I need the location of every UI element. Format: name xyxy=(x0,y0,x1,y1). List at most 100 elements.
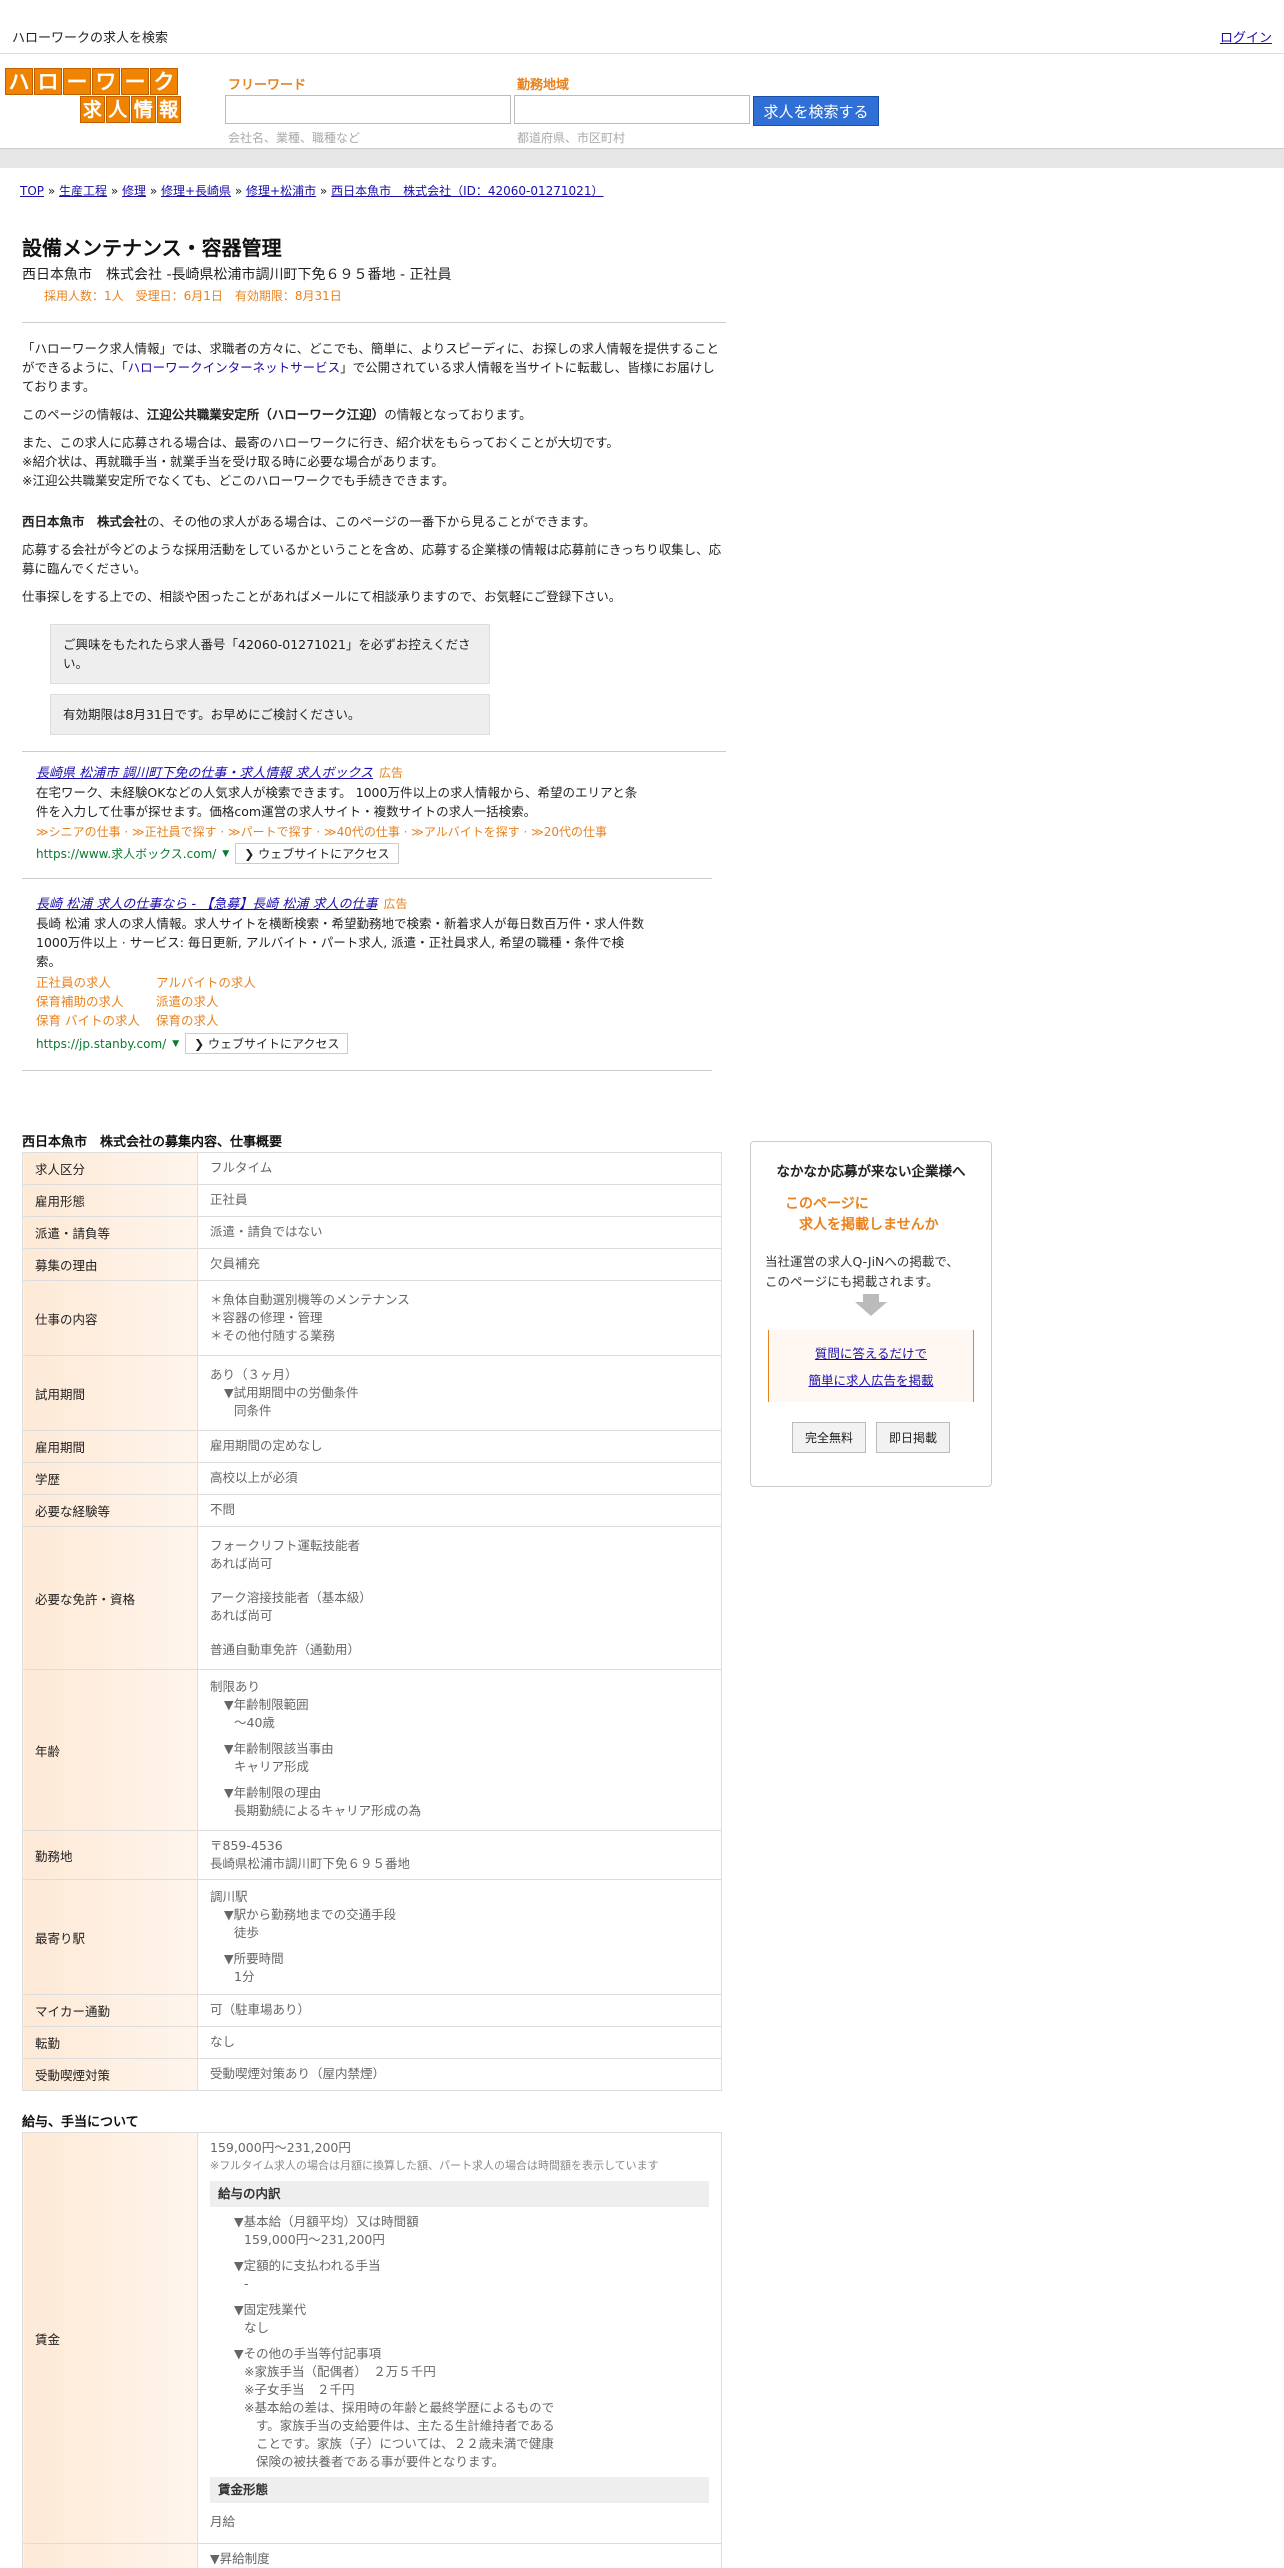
intro-paragraph: このページの情報は、江迎公共職業安定所（ハローワーク江迎）の情報となっております… xyxy=(22,405,726,424)
sidebox-catch-line: このページに xyxy=(785,1196,869,1212)
value-line: ▼固定残業代 xyxy=(234,2302,307,2317)
row-value: 欠員補充 xyxy=(197,1248,722,1281)
value-line: ▼定額的に支払われる手当 xyxy=(234,2258,381,2273)
breadcrumb-company[interactable]: 西日本魚市 株式会社（ID：42060-01271021） xyxy=(331,184,603,198)
job-number-notice: ご興味をもたれたら求人番号「42060-01271021」を必ずお控えください。 xyxy=(50,624,490,684)
ad-url[interactable]: https://www.求人ボックス.com/ xyxy=(36,845,216,862)
ad-sitelinks[interactable]: ≫シニアの仕事 · ≫正社員で探す · ≫パートで探す · ≫40代の仕事 · … xyxy=(36,823,712,840)
office-name: 江迎公共職業安定所（ハローワーク江迎） xyxy=(146,407,385,422)
table-row: 必要な経験等 不問 xyxy=(22,1494,722,1527)
same-day-badge[interactable]: 即日掲載 xyxy=(876,1422,951,1453)
breadcrumb-top[interactable]: TOP xyxy=(20,184,44,198)
hellowork-internet-link[interactable]: ハローワークインターネットサービス xyxy=(128,360,341,375)
post-ad-link[interactable]: 簡単に求人広告を掲載 xyxy=(769,1367,973,1394)
freeword-label: フリーワード xyxy=(228,78,307,93)
sidebox-badges: 完全無料 即日掲載 xyxy=(751,1422,991,1453)
value-line: 長崎県松浦市調川町下免６９５番地 xyxy=(210,1856,411,1871)
table-row: 求人区分 フルタイム xyxy=(22,1152,722,1185)
value-line: ▼駅から勤務地までの交通手段 xyxy=(224,1907,397,1922)
ad-sitelink[interactable]: 派遣の求人 xyxy=(156,992,276,1011)
row-value: 不問 xyxy=(197,1494,722,1527)
visit-website-button[interactable]: ❯ ウェブサイトにアクセス xyxy=(185,1033,349,1054)
deadline-notice: 有効期限は8月31日です。お早めにご検討ください。 xyxy=(50,694,490,735)
table-row: 勤務地 〒859-4536 長崎県松浦市調川町下免６９５番地 xyxy=(22,1830,722,1880)
row-value: 正社員 xyxy=(197,1184,722,1217)
ad-title-link[interactable]: 長崎 松浦 求人の仕事なら - 【急募】長崎 松浦 求人の仕事 xyxy=(36,897,378,912)
row-value: 高校以上が必須 xyxy=(197,1462,722,1495)
row-value: 受動喫煙対策あり（屋内禁煙） xyxy=(197,2058,722,2091)
value-line: ことです。家族（子）については、２２歳未満で健康 xyxy=(256,2436,554,2451)
ad-sitelink[interactable]: 保育の求人 xyxy=(156,1011,276,1030)
value-line: 1分 xyxy=(234,1969,255,1984)
chevron-down-icon[interactable]: ▼ xyxy=(222,849,229,859)
table-row: 賃金 159,000円〜231,200円 ※フルタイム求人の場合は月額に換算した… xyxy=(22,2132,722,2544)
row-label: 受動喫煙対策 xyxy=(22,2058,198,2091)
row-label: 最寄り駅 xyxy=(22,1879,198,1995)
row-value: 〒859-4536 長崎県松浦市調川町下免６９５番地 xyxy=(197,1830,722,1880)
value-line: ▼基本給（月額平均）又は時間額 xyxy=(234,2214,419,2229)
row-label: 募集の理由 xyxy=(22,1248,198,1281)
ad-url-row: https://www.求人ボックス.com/ ▼ ❯ ウェブサイトにアクセス xyxy=(36,843,712,864)
ad-block: 長崎県 松浦市 調川町下免の仕事・求人情報 求人ボックス 広告 在宅ワーク、未経験… xyxy=(22,752,726,874)
ad-description: 在宅ワーク、未経験OKなどの人気求人が検索できます。 1000万件以上の求人情報… xyxy=(36,785,638,819)
search-button[interactable]: 求人を検索する xyxy=(753,96,879,126)
page-title: 設備メンテナンス・容器管理 xyxy=(22,236,282,260)
value-line: - xyxy=(244,2276,249,2291)
logo-char: 情 xyxy=(131,96,156,123)
divider xyxy=(22,322,726,323)
ad-sitelink-grid: 正社員の求人 アルバイトの求人 保育補助の求人 派遣の求人 保育 バイトの求人 … xyxy=(36,973,712,1030)
ad-badge: 広告 xyxy=(379,766,404,780)
chevron-down-icon[interactable]: ▼ xyxy=(172,1039,179,1049)
intro-paragraph: 西日本魚市 株式会社の、その他の求人がある場合は、このページの一番下から見ること… xyxy=(22,512,726,531)
value-line: ▼年齢制限の理由 xyxy=(224,1785,322,1800)
value-line: 長期勤続によるキャリア形成の為 xyxy=(234,1803,422,1818)
free-badge[interactable]: 完全無料 xyxy=(791,1422,866,1453)
value-line: ▼試用期間中の労働条件 xyxy=(224,1385,359,1400)
login-link[interactable]: ログイン xyxy=(1220,27,1272,46)
value-line: ＊容器の修理・管理 xyxy=(210,1310,323,1325)
breadcrumb-city[interactable]: 修理+松浦市 xyxy=(246,184,316,198)
ad-sitelink[interactable]: 正社員の求人 xyxy=(36,973,156,992)
ad-badge: 広告 xyxy=(383,897,408,911)
post-ad-link[interactable]: 質問に答えるだけで xyxy=(769,1340,973,1367)
value-line: ▼年齢制限該当事由 xyxy=(224,1741,334,1756)
freeword-input[interactable] xyxy=(225,95,511,124)
ad-description: 長崎 松浦 求人の求人情報。求人サイトを横断検索・希望勤務地で検索・新着求人が毎… xyxy=(36,916,644,969)
ad-sitelink[interactable]: 保育補助の求人 xyxy=(36,992,156,1011)
salary-note: ※フルタイム求人の場合は月額に換算した額、パート求人の場合は時間額を表示していま… xyxy=(210,2159,659,2172)
value-line: なし xyxy=(244,2320,270,2335)
breadcrumb: TOP » 生産工程 » 修理 » 修理+長崎県 » 修理+松浦市 » 西日本魚… xyxy=(20,184,604,198)
value-line: す。家族手当の支給要件は、主たる生計維持者である xyxy=(256,2418,555,2433)
breadcrumb-category[interactable]: 生産工程 xyxy=(59,184,107,198)
row-value: なし xyxy=(197,2026,722,2059)
ad-sitelink[interactable]: アルバイトの求人 xyxy=(156,973,276,992)
value-line: キャリア形成 xyxy=(234,1759,310,1774)
site-title: ハローワークの求人を検索 xyxy=(12,31,169,46)
row-label: 賃金 xyxy=(22,2132,198,2544)
intro-paragraph: また、この求人に応募される場合は、最寄のハローワークに行き、紹介状をもらっておく… xyxy=(22,433,726,490)
intro-paragraph: 仕事探しをする上での、相談や困ったことがあればメールにて相談承りますので、お気軽… xyxy=(22,589,622,604)
value-line: ▼年齢制限範囲 xyxy=(224,1697,309,1712)
row-label: 仕事の内容 xyxy=(22,1280,198,1356)
company-name: 西日本魚市 株式会社 xyxy=(22,514,148,529)
visit-website-button[interactable]: ❯ ウェブサイトにアクセス xyxy=(235,843,399,864)
salary-title: 給与、手当について xyxy=(22,2115,139,2130)
ad-url[interactable]: https://jp.stanby.com/ xyxy=(36,1037,166,1051)
ad-sitelink[interactable]: 保育 バイトの求人 xyxy=(36,1011,156,1030)
logo-char: ハ xyxy=(5,68,33,95)
area-input[interactable] xyxy=(514,95,750,124)
ad-title-link[interactable]: 長崎県 松浦市 調川町下免の仕事・求人情報 求人ボックス xyxy=(36,766,373,781)
breadcrumb-job[interactable]: 修理 xyxy=(122,184,146,198)
logo-char: 求 xyxy=(80,96,105,123)
table-row: 年齢 制限あり ▼年齢制限範囲 〜40歳 ▼年齢制限該当事由 キャリア形成 ▼年… xyxy=(22,1669,722,1831)
breadcrumb-prefecture[interactable]: 修理+長崎県 xyxy=(161,184,231,198)
recruit-ad-sidebox: なかなか応募が来ない企業様へ このページに 求人を掲載しませんか 当社運営の求人… xyxy=(750,1141,992,1487)
row-value: 雇用期間の定めなし xyxy=(197,1430,722,1463)
hellowork-logo[interactable]: ハ ロ ー ワ ー ク 求 人 情 報 xyxy=(5,68,181,123)
value-line: 〜40歳 xyxy=(234,1715,275,1730)
table-row: 募集の理由 欠員補充 xyxy=(22,1248,722,1281)
job-meta: 採用人数：1人 受理日：6月1日 有効期限：8月31日 xyxy=(44,289,342,303)
header-divider xyxy=(0,148,1284,168)
value-line: アーク溶接技能者（基本級） xyxy=(210,1590,372,1605)
table-row: マイカー通勤 可（駐車場あり） xyxy=(22,1994,722,2027)
